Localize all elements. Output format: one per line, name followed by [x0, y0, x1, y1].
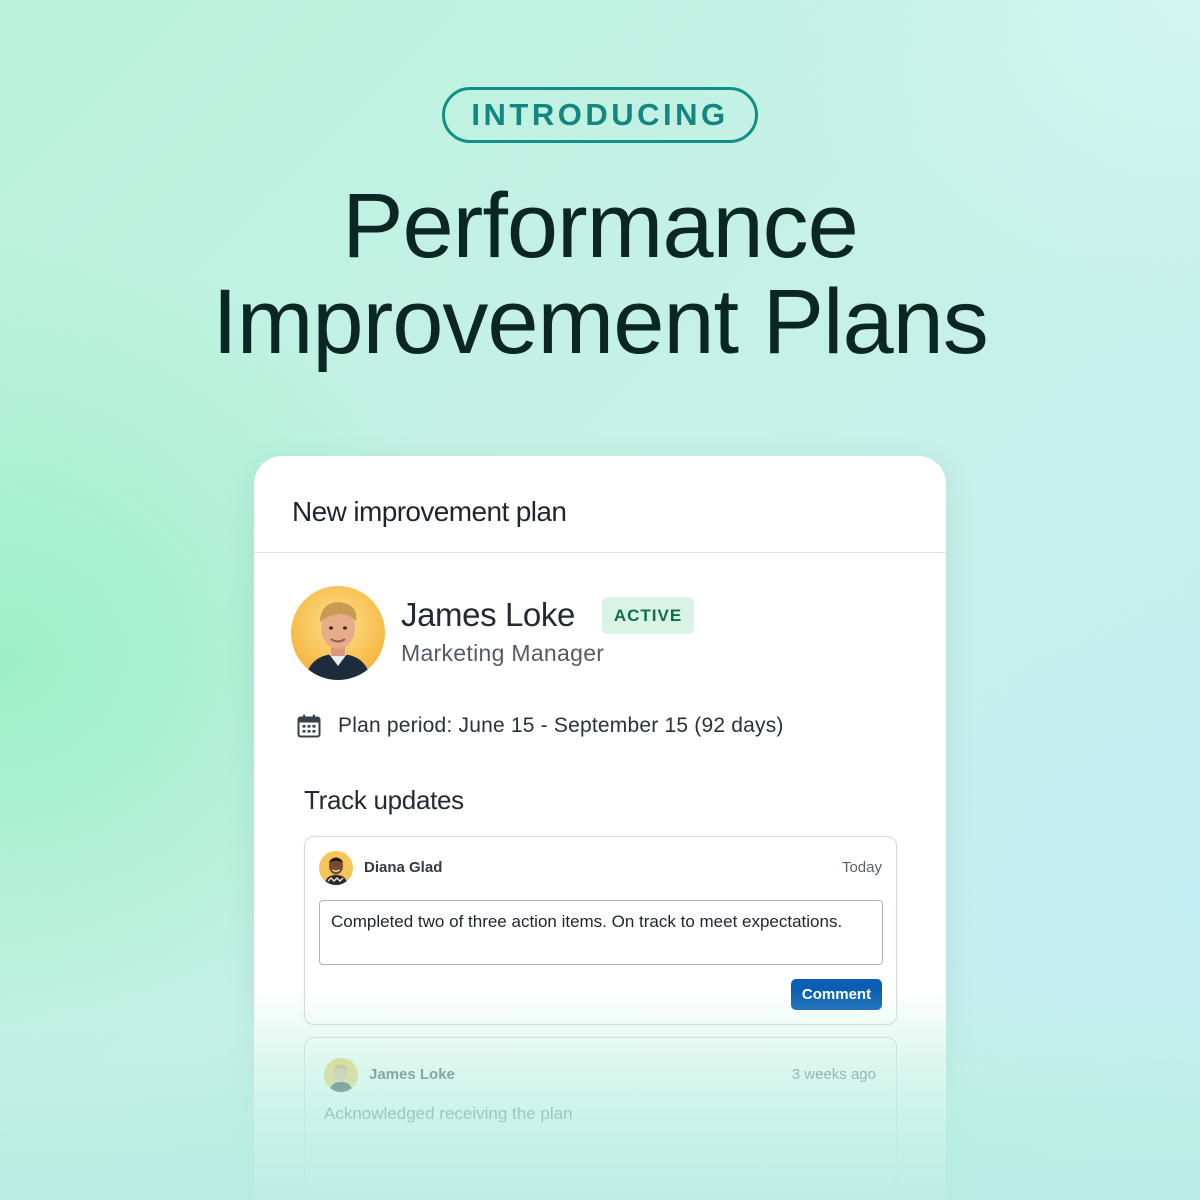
update-item: James Loke 3 weeks ago Acknowledged rece… — [304, 1037, 897, 1187]
headline-line-2: Improvement Plans — [212, 271, 989, 373]
update-timestamp: 3 weeks ago — [791, 1066, 876, 1083]
headline-line-1: Performance — [342, 175, 859, 277]
update-author: Diana Glad — [364, 859, 443, 876]
author-avatar — [319, 851, 353, 885]
author-avatar — [324, 1058, 358, 1092]
status-badge-label: ACTIVE — [613, 605, 683, 625]
person-role: Marketing Manager — [401, 640, 605, 666]
update-item: Diana Glad Today Completed two of three … — [304, 836, 897, 1025]
person-avatar — [291, 586, 385, 680]
update-author: James Loke — [369, 1066, 455, 1083]
status-badge: ACTIVE — [602, 597, 694, 634]
page-headline: Performance Improvement Plans — [0, 178, 1200, 370]
track-updates-title: Track updates — [304, 785, 464, 815]
update-text-field[interactable]: Completed two of three action items. On … — [319, 900, 883, 965]
card-header: New improvement plan — [254, 456, 946, 553]
comment-button[interactable]: Comment — [791, 979, 882, 1010]
calendar-icon — [297, 714, 321, 738]
update-text: Acknowledged receiving the plan — [324, 1104, 573, 1123]
improvement-plan-card: New improvement plan James Loke ACTIVE M… — [254, 456, 946, 1200]
person-name: James Loke — [401, 596, 575, 633]
plan-period: Plan period: June 15 - September 15 (92 … — [338, 714, 784, 737]
update-timestamp: Today — [841, 859, 882, 876]
introducing-label: INTRODUCING — [471, 97, 729, 132]
card-title: New improvement plan — [292, 496, 567, 527]
introducing-pill: INTRODUCING — [442, 87, 758, 143]
